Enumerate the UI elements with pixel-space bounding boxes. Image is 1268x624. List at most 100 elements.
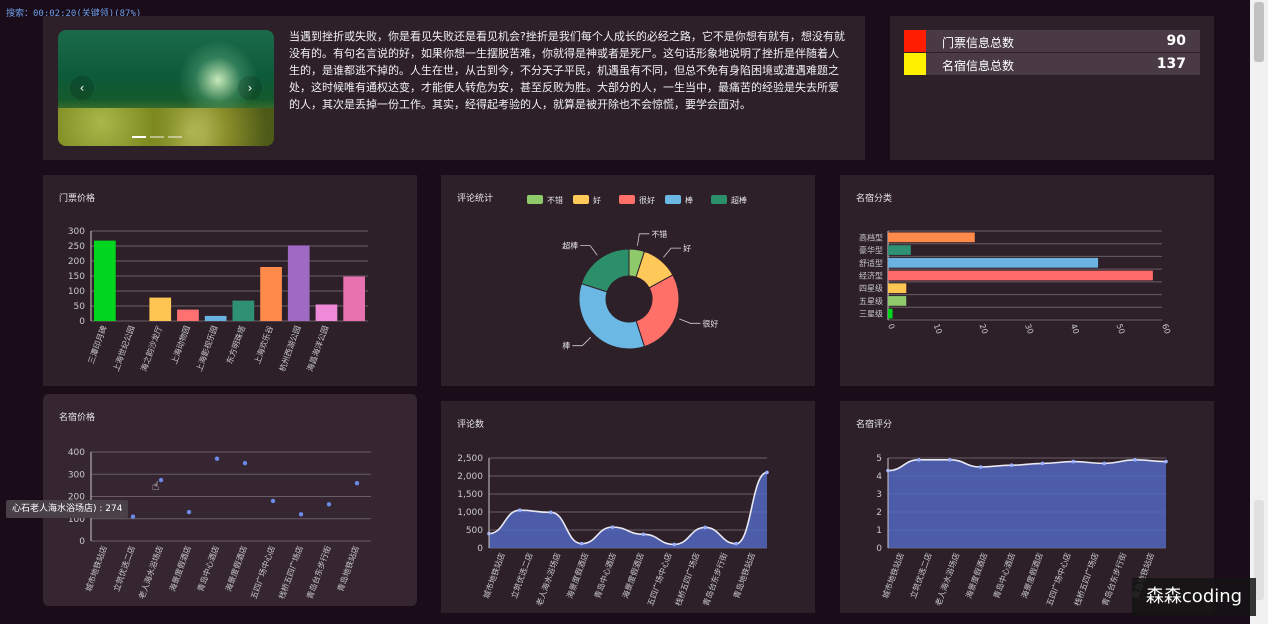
x-tick-label: 五四广场中心店 xyxy=(1044,551,1073,607)
data-point xyxy=(548,510,553,515)
scrollbar-thumb[interactable] xyxy=(1254,2,1264,62)
y-tick-label: 50 xyxy=(74,302,86,312)
hand-cursor-icon: ☝ xyxy=(152,479,160,493)
x-tick-label: 青岛中心酒店 xyxy=(592,551,618,600)
y-tick-label: 0 xyxy=(477,544,483,554)
legend-swatch xyxy=(573,195,589,204)
bar xyxy=(177,309,199,321)
slice-label: 超棒 xyxy=(562,241,578,251)
scatter-point xyxy=(298,512,304,517)
review-stats-chart[interactable]: 不错好很好棒超棒不错好很好棒超棒 xyxy=(441,175,815,386)
x-tick-label: 东方明珠塔 xyxy=(224,324,247,365)
data-point xyxy=(1133,458,1137,462)
x-tick-label: 60 xyxy=(1160,323,1172,336)
chart-tooltip: 心石老人海水浴场店) : 274 xyxy=(6,500,129,518)
x-tick-label: 海景度假酒店 xyxy=(167,544,193,593)
x-tick-label: 栈桥五四广场店 xyxy=(673,551,702,607)
bnb-color-swatch xyxy=(904,53,926,75)
bar xyxy=(260,267,282,321)
data-point xyxy=(917,458,921,462)
x-tick-label: 海景度假酒店 xyxy=(1019,551,1045,600)
x-tick-label: 40 xyxy=(1069,323,1081,336)
ticket-count-value: 90 xyxy=(1166,33,1186,49)
ticket-price-chart[interactable]: 0 50 100 150 200 250 300 三潭印月碑 上海世纪公园 海之韵沙龙厅 上海动物园… xyxy=(43,175,417,386)
data-point xyxy=(703,525,708,530)
data-point xyxy=(518,508,522,512)
carousel-dot-2[interactable] xyxy=(150,136,164,138)
slice-label: 棒 xyxy=(562,341,570,351)
bnb-count-value: 137 xyxy=(1156,56,1186,72)
y-tick-label: 200 xyxy=(68,257,85,267)
carousel-dot-3[interactable] xyxy=(168,136,182,138)
y-tick-label: 300 xyxy=(68,227,85,237)
x-tick-label: 栈桥五四广场店 xyxy=(1072,551,1101,607)
x-tick-label: 上海动物园 xyxy=(169,324,192,365)
legend-label: 好 xyxy=(593,195,601,205)
bnb-count-label: 名宿信息总数 xyxy=(942,59,1015,73)
data-point xyxy=(978,465,983,469)
legend-label: 很好 xyxy=(639,195,655,205)
bar xyxy=(315,304,338,321)
y-tick-label: 高档型 xyxy=(859,232,883,242)
scatter-point xyxy=(158,477,164,483)
bar xyxy=(888,270,1153,281)
x-tick-label: 海景度假酒店 xyxy=(223,544,249,593)
y-tick-label: 2,000 xyxy=(457,472,483,482)
y-tick-label: 150 xyxy=(68,272,85,282)
legend-label: 超棒 xyxy=(731,195,747,205)
y-tick-label: 豪华型 xyxy=(859,245,883,255)
data-point xyxy=(579,541,584,546)
y-tick-label: 2 xyxy=(876,508,882,518)
carousel-next-button[interactable]: › xyxy=(238,76,262,100)
bnb-category-chart[interactable]: 高档型豪华型舒适型经济型四星级五星级三星级0 10 20 30 40 50 60 xyxy=(840,175,1214,386)
legend-swatch xyxy=(527,195,543,204)
bar xyxy=(888,257,1099,268)
slice-label: 好 xyxy=(683,243,691,253)
x-tick-label: 上海世纪公园 xyxy=(111,324,137,373)
watermark: 森森coding xyxy=(1132,578,1256,616)
data-point xyxy=(1071,459,1076,464)
x-tick-label: 老人海水浴场店 xyxy=(136,544,165,600)
y-tick-label: 4 xyxy=(876,472,882,482)
x-tick-label: 青岛中心酒店 xyxy=(195,544,221,593)
data-point xyxy=(765,470,769,475)
x-tick-label: 10 xyxy=(932,323,944,336)
review-count-chart[interactable]: 0 500 1,000 1,500 2,000 2,500 城市地铁站店 立筑优选二店 老人海水… xyxy=(441,401,815,613)
x-tick-label: 五四广场中心店 xyxy=(248,544,277,600)
x-tick-label: 海景度假酒店 xyxy=(620,551,646,600)
pie-slice xyxy=(580,248,630,293)
y-tick-label: 舒适型 xyxy=(859,258,883,268)
data-point xyxy=(641,532,646,537)
x-tick-label: 三潭印月碑 xyxy=(86,324,109,365)
carousel-dot-1[interactable] xyxy=(132,136,146,138)
legend-label: 不错 xyxy=(547,195,563,205)
ticket-color-swatch xyxy=(904,30,926,52)
x-tick-label: 30 xyxy=(1023,323,1035,336)
page-scrollbar[interactable] xyxy=(1250,0,1268,624)
image-carousel[interactable]: ‹ › xyxy=(58,30,274,146)
slice-label-line xyxy=(679,318,701,324)
ticket-count-label: 门票信息总数 xyxy=(942,36,1015,50)
area-fill xyxy=(888,459,1166,548)
scatter-point xyxy=(214,456,220,461)
x-tick-label: 青岛台东步行街 xyxy=(304,544,333,600)
y-tick-label: 三星级 xyxy=(859,309,883,319)
carousel-prev-button[interactable]: ‹ xyxy=(70,76,94,100)
data-point xyxy=(1040,461,1045,466)
x-tick-label: 立筑优选二店 xyxy=(509,551,535,600)
x-tick-label: 海之韵沙龙厅 xyxy=(138,324,164,373)
legend-swatch xyxy=(665,195,681,204)
scatter-point xyxy=(130,514,136,519)
y-tick-label: 四星级 xyxy=(859,283,883,293)
y-tick-label: 5 xyxy=(876,454,882,464)
slice-label-line xyxy=(663,247,682,258)
x-tick-label: 0 xyxy=(886,323,896,331)
x-tick-label: 杭州西湖公园 xyxy=(277,324,303,373)
y-tick-label: 300 xyxy=(68,470,85,480)
x-tick-label: 青岛台东步行街 xyxy=(1100,551,1129,607)
ticket-count-row: 门票信息总数 90 xyxy=(904,30,1200,52)
bar xyxy=(888,308,893,319)
legend-label: 棒 xyxy=(685,195,693,205)
carousel-indicators[interactable] xyxy=(132,136,182,138)
y-tick-label: 500 xyxy=(466,526,483,536)
